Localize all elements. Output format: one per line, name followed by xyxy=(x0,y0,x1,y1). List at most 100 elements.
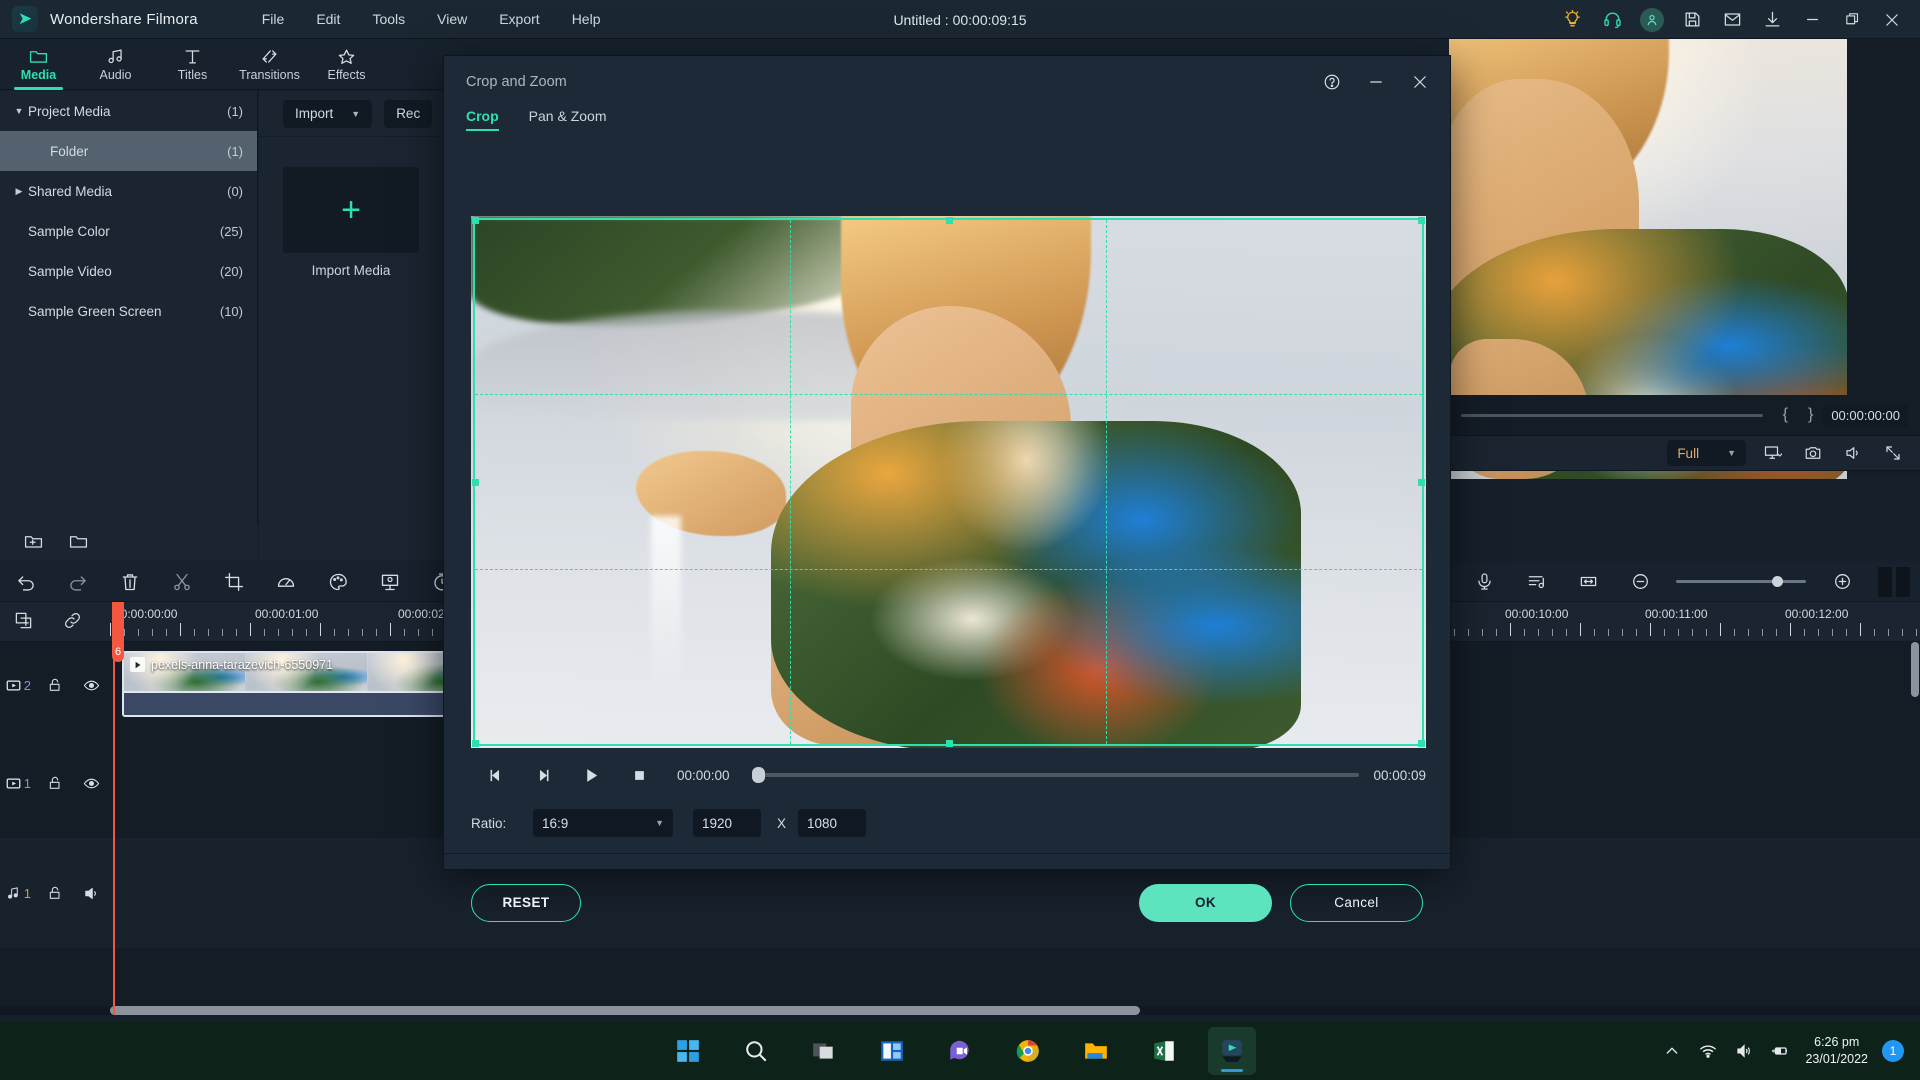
tips-bulb-icon[interactable] xyxy=(1552,0,1592,39)
tab-audio[interactable]: Audio xyxy=(77,39,154,90)
tab-media[interactable]: Media xyxy=(0,39,77,90)
reset-button[interactable]: RESET xyxy=(471,883,581,922)
display-settings-icon[interactable] xyxy=(1760,440,1786,466)
delete-icon[interactable] xyxy=(104,562,156,602)
google-chrome-icon[interactable] xyxy=(1004,1027,1052,1075)
stop-icon[interactable] xyxy=(615,760,663,790)
filmora-icon[interactable] xyxy=(1208,1027,1256,1075)
tree-item-project-media[interactable]: ▼ Project Media (1) xyxy=(0,91,257,131)
account-avatar-icon[interactable] xyxy=(1632,0,1672,39)
crop-handle-bottom-left[interactable] xyxy=(472,740,479,747)
add-track-icon[interactable] xyxy=(14,611,33,633)
volume-icon[interactable] xyxy=(1733,1040,1755,1062)
snapshot-camera-icon[interactable] xyxy=(1800,440,1826,466)
save-icon[interactable] xyxy=(1672,0,1712,39)
track-lock-icon[interactable] xyxy=(37,677,74,693)
help-icon[interactable] xyxy=(1310,62,1354,102)
file-explorer-icon[interactable] xyxy=(1072,1027,1120,1075)
tree-item-sample-green-screen[interactable]: Sample Green Screen (10) xyxy=(0,291,257,331)
tab-transitions[interactable]: Transitions xyxy=(231,39,308,90)
excel-icon[interactable] xyxy=(1140,1027,1188,1075)
color-palette-icon[interactable] xyxy=(312,562,364,602)
split-scissors-icon[interactable] xyxy=(156,562,208,602)
playback-progress-handle[interactable] xyxy=(751,767,765,783)
link-icon[interactable] xyxy=(63,611,82,633)
timeline-zoom-slider[interactable] xyxy=(1676,576,1806,587)
new-folder-icon[interactable] xyxy=(24,533,43,553)
crop-icon[interactable] xyxy=(208,562,260,602)
preview-scrubber[interactable] xyxy=(1461,413,1763,417)
redo-icon[interactable] xyxy=(52,562,104,602)
menu-item-tools[interactable]: Tools xyxy=(356,5,421,33)
crop-handle-bottom-center[interactable] xyxy=(945,740,953,747)
teams-chat-icon[interactable] xyxy=(936,1027,984,1075)
crop-handle-middle-right[interactable] xyxy=(1418,479,1425,486)
timeline-hscrollbar[interactable] xyxy=(110,1006,1140,1015)
ratio-select[interactable]: 16:9 ▼ xyxy=(533,809,673,837)
crop-handle-bottom-right[interactable] xyxy=(1418,740,1425,747)
preview-quality-select[interactable]: Full ▼ xyxy=(1667,440,1746,466)
track-visibility-eye-icon[interactable] xyxy=(73,677,110,694)
close-window-icon[interactable] xyxy=(1872,0,1912,39)
track-visibility-eye-icon[interactable] xyxy=(73,775,110,792)
mark-in-icon[interactable]: { xyxy=(1773,406,1798,424)
menu-item-view[interactable]: View xyxy=(421,5,483,33)
crop-handle-top-center[interactable] xyxy=(945,217,953,224)
tree-item-shared-media[interactable]: ▶ Shared Media (0) xyxy=(0,171,257,211)
fullscreen-icon[interactable] xyxy=(1880,440,1906,466)
volume-icon[interactable] xyxy=(1840,440,1866,466)
tree-item-sample-video[interactable]: Sample Video (20) xyxy=(0,251,257,291)
crop-width-input[interactable]: 1920 xyxy=(693,809,761,837)
speed-icon[interactable] xyxy=(260,562,312,602)
close-icon[interactable] xyxy=(1398,62,1442,102)
undo-icon[interactable] xyxy=(0,562,52,602)
timeline-vscrollbar[interactable] xyxy=(1911,642,1919,697)
import-button[interactable]: Import ▼ xyxy=(283,99,373,128)
tree-item-folder[interactable]: Folder (1) xyxy=(0,131,257,171)
tab-titles[interactable]: Titles xyxy=(154,39,231,90)
previous-frame-icon[interactable] xyxy=(471,760,519,790)
crop-height-input[interactable]: 1080 xyxy=(798,809,867,837)
battery-charging-icon[interactable] xyxy=(1769,1040,1791,1062)
minimize-window-icon[interactable] xyxy=(1792,0,1832,39)
tab-effects[interactable]: Effects xyxy=(308,39,385,90)
download-icon[interactable] xyxy=(1752,0,1792,39)
audio-mixer-icon[interactable] xyxy=(1510,562,1562,602)
aspect-ratio-bars-icon[interactable] xyxy=(1878,566,1910,597)
play-icon[interactable] xyxy=(567,760,615,790)
crop-handle-top-right[interactable] xyxy=(1418,217,1425,224)
record-button[interactable]: Rec xyxy=(384,99,433,128)
import-media-tile[interactable]: + xyxy=(283,167,419,253)
zoom-in-icon[interactable] xyxy=(1816,562,1868,602)
record-voiceover-icon[interactable] xyxy=(1458,562,1510,602)
zoom-out-icon[interactable] xyxy=(1614,562,1666,602)
next-frame-icon[interactable] xyxy=(519,760,567,790)
support-headset-icon[interactable] xyxy=(1592,0,1632,39)
search-icon[interactable] xyxy=(732,1027,780,1075)
menu-item-export[interactable]: Export xyxy=(483,5,555,33)
fit-timeline-icon[interactable] xyxy=(1562,562,1614,602)
ok-button[interactable]: OK xyxy=(1139,883,1272,922)
green-screen-icon[interactable] xyxy=(364,562,416,602)
timeline-clip[interactable]: pexels-anna-tarazevich-6550971 xyxy=(122,651,492,717)
playhead-flag[interactable]: 6 xyxy=(112,602,124,662)
open-folder-icon[interactable] xyxy=(69,533,88,553)
task-view-icon[interactable] xyxy=(800,1027,848,1075)
twisty-icon[interactable]: ▼ xyxy=(10,106,28,116)
mark-out-icon[interactable]: } xyxy=(1798,406,1823,424)
playback-progress-bar[interactable] xyxy=(751,767,1360,783)
windows-start-icon[interactable] xyxy=(664,1027,712,1075)
twisty-icon[interactable]: ▶ xyxy=(10,186,28,197)
zoom-slider-handle[interactable] xyxy=(1772,576,1783,587)
tab-pan-and-zoom[interactable]: Pan & Zoom xyxy=(529,108,607,131)
crop-handle-top-left[interactable] xyxy=(472,217,479,224)
show-hidden-icons-chevron-icon[interactable] xyxy=(1661,1040,1683,1062)
cancel-button[interactable]: Cancel xyxy=(1290,883,1423,922)
timeline-playhead[interactable] xyxy=(113,642,115,1015)
track-mute-speaker-icon[interactable] xyxy=(73,885,110,902)
menu-item-edit[interactable]: Edit xyxy=(300,5,356,33)
widgets-icon[interactable] xyxy=(868,1027,916,1075)
minimize-icon[interactable] xyxy=(1354,62,1398,102)
restore-window-icon[interactable] xyxy=(1832,0,1872,39)
crop-selection-rectangle[interactable] xyxy=(472,217,1425,747)
